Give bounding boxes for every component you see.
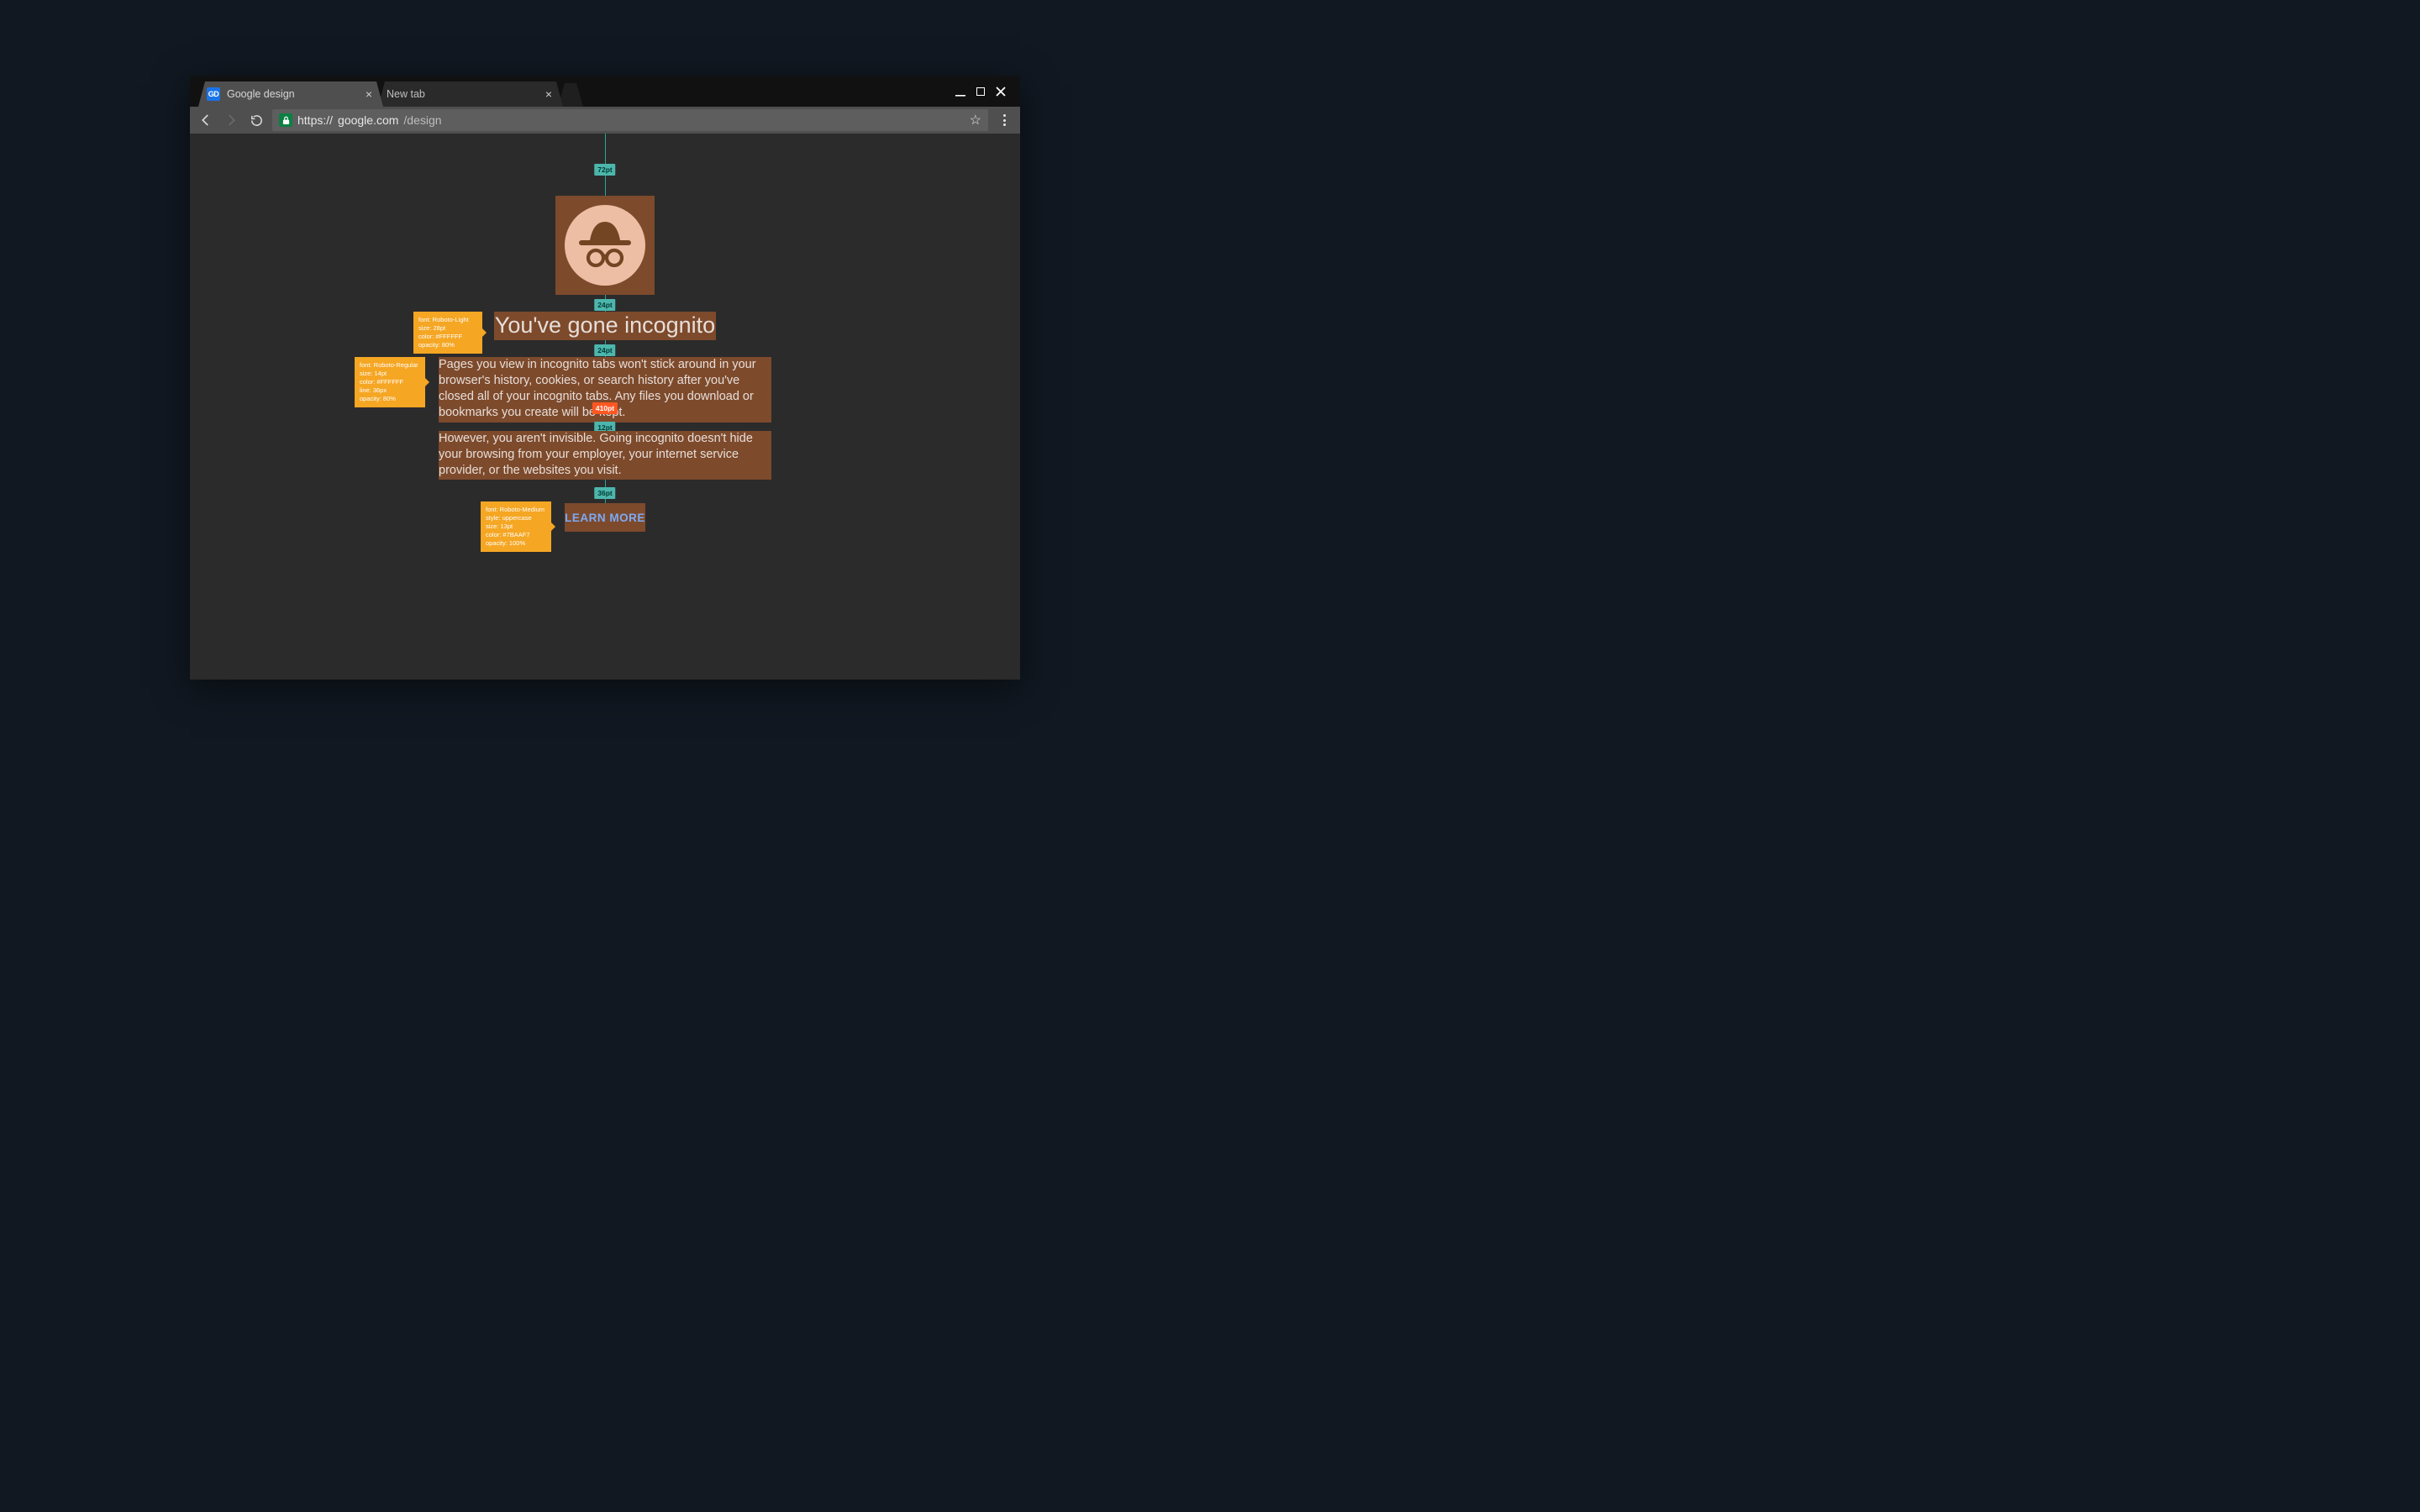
back-icon[interactable] [197,111,215,129]
reload-icon[interactable] [247,111,266,129]
spec-line: opacity: 80% [418,341,477,349]
spec-line: opacity: 100% [486,539,546,548]
spec-line: color: #7BAAF7 [486,531,546,539]
toolbar: https:// google.com/design ☆ [190,107,1020,134]
kebab-menu-icon[interactable] [995,111,1013,129]
spec-line: font: Roboto-Medium [486,506,546,514]
maximize-icon[interactable] [976,87,985,96]
spec-line: size: 13pt [486,522,546,531]
favicon-icon: GD [207,87,220,101]
page-heading: You've gone incognito [495,312,715,339]
window-controls [944,76,1017,107]
body-paragraph: However, you aren't invisible. Going inc… [439,431,771,479]
tab-title: New tab [387,88,425,100]
learn-more-button[interactable]: LEARN MORE [553,505,657,531]
tab-strip: GD Google design × New tab × [190,81,583,107]
spec-line: line: 36px [360,386,420,395]
titlebar: GD Google design × New tab × [190,76,1020,107]
spec-line: opacity: 80% [360,395,420,403]
address-bar[interactable]: https:// google.com/design ☆ [272,109,988,131]
tab-active[interactable]: GD Google design × [198,81,383,107]
spec-line: color: #FFFFFF [418,333,477,341]
minimize-icon[interactable] [953,84,968,99]
spacing-chip: 36pt [594,487,615,499]
close-tab-icon[interactable]: × [363,88,375,100]
spacing-chip: 410pt [592,402,618,414]
spacing-chip: 24pt [594,299,615,311]
spec-line: size: 14pt [360,370,420,378]
url-host: google.com [338,113,398,127]
browser-window: GD Google design × New tab × [190,76,1020,680]
bookmark-star-icon[interactable]: ☆ [970,112,981,129]
spec-line: size: 28pt [418,324,477,333]
close-icon[interactable] [993,84,1008,99]
url-path: /design [403,113,441,127]
lock-icon [279,113,292,127]
page-viewport: 72pt 24pt You've gone incognito font: Ro… [190,134,1020,680]
spec-line: font: Roboto-Light [418,316,477,324]
spec-line: style: uppercase [486,514,546,522]
spec-line: font: Roboto-Regular [360,361,420,370]
forward-icon [222,111,240,129]
spec-card-body: font: Roboto-Regular size: 14pt color: #… [355,357,425,407]
spacing-chip: 24pt [594,344,615,356]
spec-card-button: font: Roboto-Medium style: uppercase siz… [481,501,551,552]
close-tab-icon[interactable]: × [543,88,555,100]
incognito-icon [555,196,655,295]
url-scheme: https:// [297,113,333,127]
tab-title: Google design [227,88,295,100]
spec-card-heading: font: Roboto-Light size: 28pt color: #FF… [413,312,482,354]
spacing-chip: 72pt [594,164,615,176]
spec-line: color: #FFFFFF [360,378,420,386]
tab-inactive[interactable]: New tab × [378,81,563,107]
